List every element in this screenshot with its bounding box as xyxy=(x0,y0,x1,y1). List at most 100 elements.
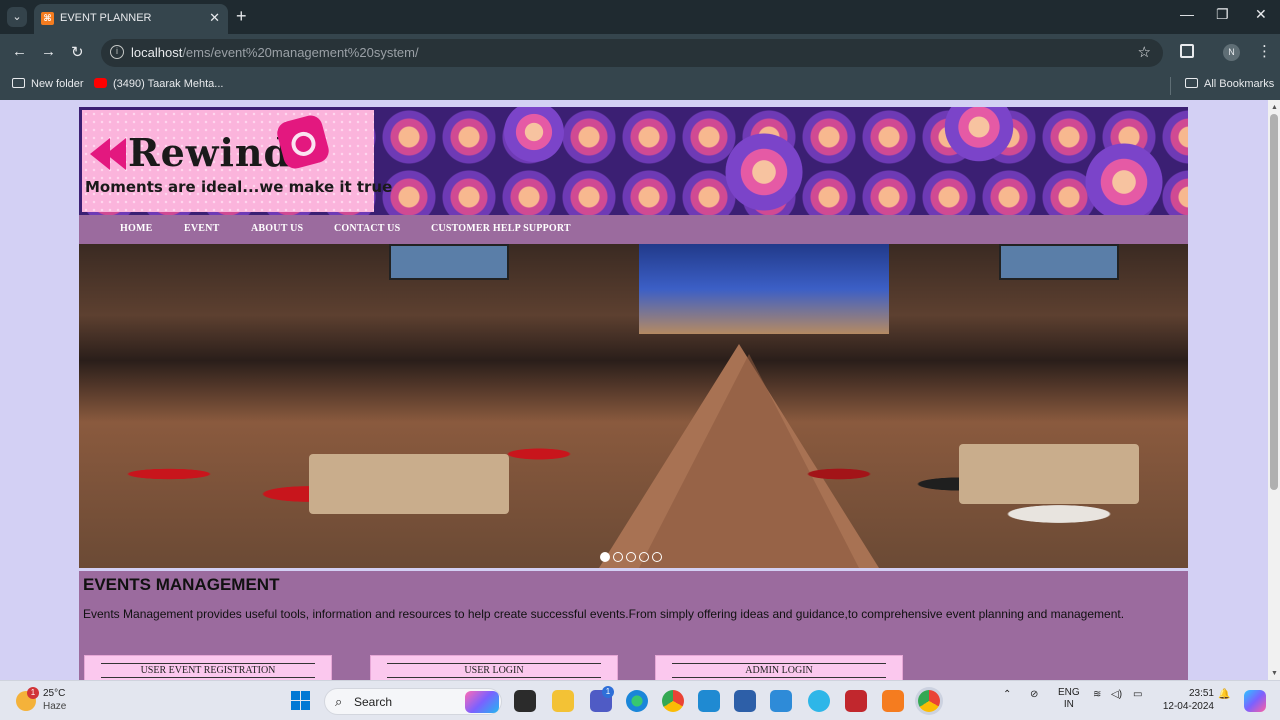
projection-screen xyxy=(389,244,509,280)
volume-icon[interactable]: ◁) xyxy=(1111,689,1122,700)
language-indicator[interactable]: ENG IN xyxy=(1058,687,1080,711)
reload-icon[interactable]: ↻ xyxy=(71,43,84,61)
store-icon[interactable] xyxy=(734,690,756,712)
browser-toolbar: ← → ↻ i localhost/ems/event%20management… xyxy=(0,34,1280,72)
nav-event[interactable]: EVENT xyxy=(184,223,219,234)
weather-badge: 1 xyxy=(27,687,39,699)
banner-mandala xyxy=(719,127,809,215)
wifi-icon[interactable]: ≋ xyxy=(1093,689,1101,700)
scroll-down-icon[interactable]: ▼ xyxy=(1271,670,1278,677)
edge-icon[interactable] xyxy=(626,690,648,712)
user-event-registration-button[interactable]: USER EVENT REGISTRATION xyxy=(84,655,332,680)
banner-mandala xyxy=(499,107,569,167)
site-logo[interactable]: Rewind Moments are ideal...we make it tr… xyxy=(82,110,392,212)
admin-login-button[interactable]: ADMIN LOGIN xyxy=(655,655,903,680)
bookmark-new-folder[interactable]: New folder xyxy=(12,78,84,90)
logo-name: Rewind xyxy=(128,130,292,175)
task-view-icon[interactable] xyxy=(514,690,536,712)
chrome-active-icon[interactable] xyxy=(918,690,940,712)
logo-tagline: Moments are ideal...we make it true xyxy=(85,178,393,196)
mcafee-icon[interactable] xyxy=(845,690,867,712)
bookmark-taarak-mehta[interactable]: (3490) Taarak Mehta... xyxy=(94,78,223,90)
bookmark-star-icon[interactable]: ☆ xyxy=(1138,43,1151,61)
folder-icon xyxy=(12,78,25,88)
xampp-icon[interactable] xyxy=(882,690,904,712)
new-tab-button[interactable]: + xyxy=(236,6,247,27)
url-text[interactable]: localhost/ems/event%20management%20syste… xyxy=(131,45,419,60)
xampp-favicon-icon: ⌘ xyxy=(41,12,54,25)
scroll-thumb[interactable] xyxy=(1270,114,1278,490)
lang-primary: ENG xyxy=(1058,687,1080,698)
close-window-button[interactable]: ✕ xyxy=(1255,6,1267,23)
nav-contact-us[interactable]: CONTACT US xyxy=(334,223,400,234)
card-label: ADMIN LOGIN xyxy=(672,663,886,678)
events-management-section: EVENTS MANAGEMENT Events Management prov… xyxy=(79,571,1188,680)
teams-icon[interactable]: 1 xyxy=(590,686,614,712)
help-icon[interactable] xyxy=(808,690,830,712)
bookmark-label: New folder xyxy=(31,78,84,90)
bookmark-label: (3490) Taarak Mehta... xyxy=(113,78,224,90)
page-viewport: Rewind Moments are ideal...we make it tr… xyxy=(0,100,1268,680)
audience-table xyxy=(309,454,509,514)
nav-about-us[interactable]: ABOUT US xyxy=(251,223,303,234)
tab-title: EVENT PLANNER xyxy=(60,12,152,24)
copilot-icon[interactable] xyxy=(1244,690,1266,712)
tab-search-button[interactable]: ⌄ xyxy=(7,7,27,27)
nav-home[interactable]: HOME xyxy=(120,223,152,234)
menu-kebab-icon[interactable]: ⋮ xyxy=(1257,42,1272,60)
tray-overflow-icon[interactable]: ⌃ xyxy=(1003,689,1011,700)
windows-start-icon[interactable] xyxy=(291,691,311,711)
all-bookmarks-label: All Bookmarks xyxy=(1204,78,1275,90)
conference-stage-image xyxy=(639,244,889,334)
search-highlight-image xyxy=(465,691,499,713)
all-bookmarks[interactable]: All Bookmarks xyxy=(1185,78,1274,90)
tab-strip: ⌄ ⌘ EVENT PLANNER ✕ + — ❐ ✕ xyxy=(0,0,1280,34)
nav-customer-help-support[interactable]: CUSTOMER HELP SUPPORT xyxy=(431,223,571,234)
slide-dot-2[interactable] xyxy=(613,552,623,562)
file-explorer-icon[interactable] xyxy=(552,690,574,712)
profile-avatar[interactable]: N xyxy=(1223,44,1240,61)
address-bar[interactable]: i localhost/ems/event%20management%20sys… xyxy=(101,39,1163,67)
folder-icon xyxy=(1185,78,1198,88)
site-info-icon[interactable]: i xyxy=(110,45,124,59)
tab-close-icon[interactable]: ✕ xyxy=(209,10,220,26)
page-scrollbar[interactable]: ▲ ▼ xyxy=(1268,100,1280,680)
rewind-arrow-icon xyxy=(106,138,126,170)
tab-event-planner[interactable]: ⌘ EVENT PLANNER ✕ xyxy=(34,4,228,34)
banner-mandala xyxy=(939,107,1019,167)
url-host: localhost xyxy=(131,45,183,60)
site-container: Rewind Moments are ideal...we make it tr… xyxy=(79,107,1188,680)
slide-dot-3[interactable] xyxy=(626,552,636,562)
weather-temp: 25°C xyxy=(43,688,66,699)
extensions-icon[interactable] xyxy=(1180,44,1194,58)
network-status-icon[interactable]: ⊘ xyxy=(1030,689,1038,700)
taskbar-search[interactable]: ⌕ Search xyxy=(324,688,502,715)
card-label: USER EVENT REGISTRATION xyxy=(101,663,315,678)
vscode-icon[interactable] xyxy=(698,690,720,712)
minimize-button[interactable]: — xyxy=(1180,6,1194,22)
scroll-up-icon[interactable]: ▲ xyxy=(1271,104,1278,111)
weather-condition: Haze xyxy=(43,701,67,712)
windows-taskbar: 1 25°C Haze ⌕ Search 1 ⌃ ⊘ ENG IN ≋ ◁) ▭… xyxy=(0,680,1280,720)
search-icon: ⌕ xyxy=(335,694,343,709)
slide-dot-4[interactable] xyxy=(639,552,649,562)
maximize-button[interactable]: ❐ xyxy=(1216,6,1229,23)
notification-bell-icon[interactable]: 🔔 xyxy=(1218,689,1230,700)
section-heading: EVENTS MANAGEMENT xyxy=(83,575,280,594)
hero-slideshow[interactable] xyxy=(79,244,1188,568)
clock-date: 12-04-2024 xyxy=(1162,701,1214,712)
bookmarks-bar: New folder (3490) Taarak Mehta... All Bo… xyxy=(0,72,1280,100)
battery-icon[interactable]: ▭ xyxy=(1133,689,1142,700)
mysql-icon[interactable] xyxy=(770,690,792,712)
teams-badge: 1 xyxy=(602,686,614,698)
slide-dot-1[interactable] xyxy=(600,552,610,562)
chrome-icon[interactable] xyxy=(662,690,684,712)
forward-arrow-icon[interactable]: → xyxy=(41,43,56,60)
user-login-button[interactable]: USER LOGIN xyxy=(370,655,618,680)
slide-dot-5[interactable] xyxy=(652,552,662,562)
main-nav: HOME EVENT ABOUT US CONTACT US CUSTOMER … xyxy=(79,215,1188,244)
slide-indicators xyxy=(600,549,665,562)
taskbar-clock[interactable]: 23:51 12-04-2024 xyxy=(1158,687,1214,713)
search-label: Search xyxy=(354,695,393,709)
back-arrow-icon[interactable]: ← xyxy=(12,43,27,60)
